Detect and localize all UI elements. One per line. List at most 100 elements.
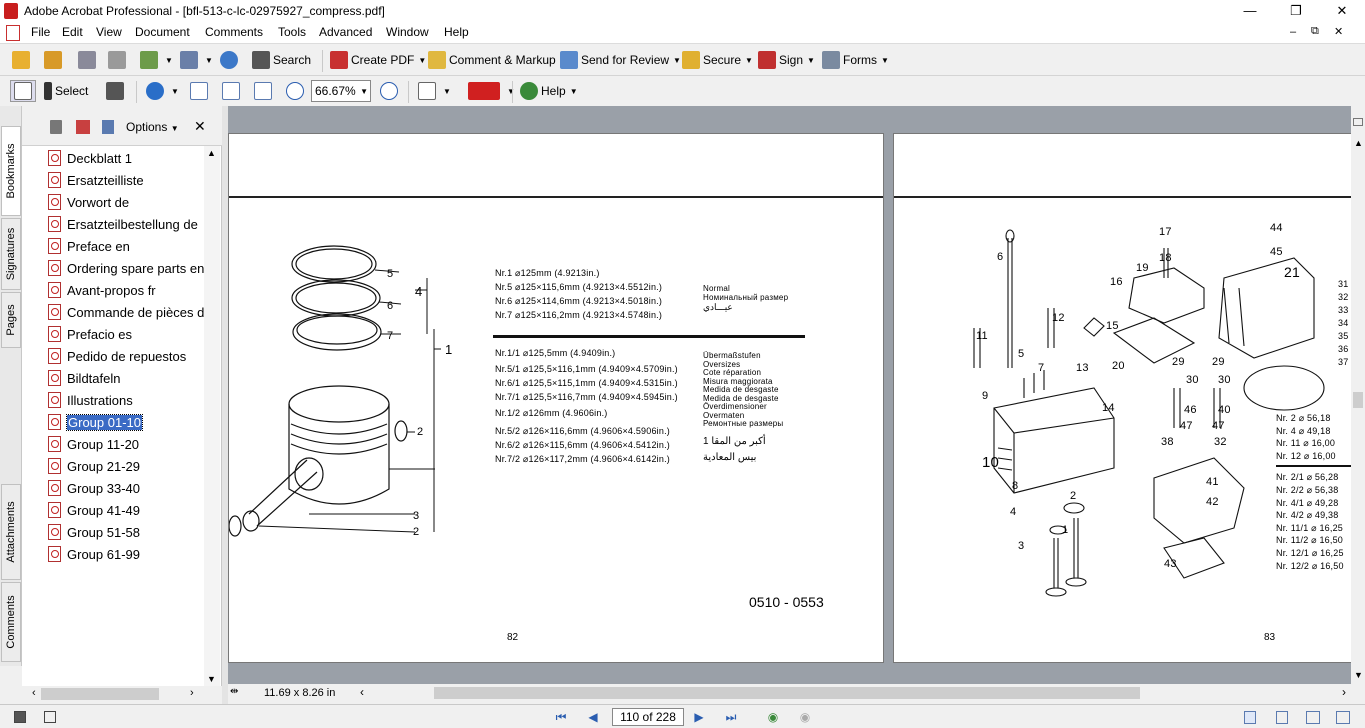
document-icon[interactable] bbox=[6, 25, 20, 41]
sign-button[interactable]: Sign ▼ bbox=[758, 49, 815, 71]
options-menu[interactable]: Options ▼ bbox=[126, 120, 179, 134]
continuous-icon[interactable] bbox=[1276, 711, 1288, 724]
rotate-button[interactable]: ▼ bbox=[418, 80, 451, 102]
bookmark-item[interactable]: Group 21-29 bbox=[48, 455, 204, 477]
previous-page-button[interactable]: ◀ bbox=[582, 708, 604, 726]
tab-attachments[interactable]: Attachments bbox=[1, 484, 21, 580]
bookmark-item[interactable]: Avant-propos fr bbox=[48, 279, 204, 301]
bookmark-item[interactable]: Group 01-10 bbox=[48, 411, 204, 433]
attach-button[interactable]: ▼ bbox=[180, 49, 213, 71]
scroll-up-arrow-icon[interactable]: ▲ bbox=[207, 148, 216, 158]
fit-width-button[interactable] bbox=[254, 80, 275, 102]
menu-document[interactable]: Document bbox=[135, 25, 190, 39]
bookmark-item[interactable]: Group 11-20 bbox=[48, 433, 204, 455]
yahoo-button[interactable]: ▼ bbox=[468, 80, 515, 102]
close-panel-button[interactable]: ✕ bbox=[194, 118, 206, 135]
scroll-down-arrow-icon[interactable]: ▼ bbox=[207, 674, 216, 684]
menu-advanced[interactable]: Advanced bbox=[319, 25, 372, 39]
menu-edit[interactable]: Edit bbox=[62, 25, 83, 39]
next-page-button[interactable]: ▶ bbox=[688, 708, 710, 726]
email-button[interactable]: ▼ bbox=[140, 49, 173, 71]
scroll-right-arrow-icon[interactable]: › bbox=[190, 687, 194, 699]
bookmark-item[interactable]: Pedido de repuestos bbox=[48, 345, 204, 367]
go-forward-button[interactable]: ◉ bbox=[794, 708, 816, 726]
help-button[interactable]: Help ▼ bbox=[520, 80, 578, 102]
scroll-thumb[interactable] bbox=[434, 687, 1140, 699]
menu-tools[interactable]: Tools bbox=[278, 25, 306, 39]
comment-markup-button[interactable]: Comment & Markup▼ bbox=[428, 49, 568, 71]
expand-icon[interactable]: ⇹ bbox=[230, 686, 238, 697]
open-button[interactable] bbox=[12, 49, 33, 71]
search-button[interactable]: Search bbox=[252, 49, 311, 71]
delete-bookmark-icon[interactable] bbox=[50, 120, 62, 134]
minimize-button[interactable]: — bbox=[1227, 0, 1273, 22]
go-back-button[interactable]: ◉ bbox=[762, 708, 784, 726]
document-view[interactable]: 5 6 7 4 1 2 3 2 Nr.1 ⌀125mm (4.9213in.) … bbox=[228, 106, 1353, 684]
print-button[interactable] bbox=[108, 49, 129, 71]
create-pdf-button[interactable]: Create PDF ▼ bbox=[330, 49, 426, 71]
menu-help[interactable]: Help bbox=[444, 25, 469, 39]
scroll-thumb[interactable] bbox=[41, 688, 159, 700]
split-handle-icon[interactable] bbox=[1353, 118, 1363, 126]
zoom-in-tool-button[interactable]: ▼ bbox=[146, 80, 179, 102]
save-button[interactable] bbox=[78, 49, 99, 71]
scroll-left-arrow-icon[interactable]: ‹ bbox=[360, 685, 364, 699]
restore-button[interactable]: ❐ bbox=[1273, 0, 1319, 22]
zoom-field[interactable]: 66.67% ▼ bbox=[311, 80, 371, 102]
snapshot-button[interactable] bbox=[106, 80, 127, 102]
scroll-down-arrow-icon[interactable]: ▼ bbox=[1354, 670, 1363, 680]
single-page-icon[interactable] bbox=[1244, 711, 1256, 724]
scroll-left-arrow-icon[interactable]: ‹ bbox=[32, 687, 36, 699]
scroll-up-arrow-icon[interactable]: ▲ bbox=[1354, 138, 1363, 148]
bookmark-item[interactable]: Group 41-49 bbox=[48, 499, 204, 521]
continuous-facing-icon[interactable] bbox=[1336, 711, 1350, 724]
hand-tool-button[interactable] bbox=[10, 80, 36, 102]
menu-view[interactable]: View bbox=[96, 25, 122, 39]
zoom-out-button[interactable] bbox=[286, 80, 307, 102]
secure-button[interactable]: Secure ▼ bbox=[682, 49, 753, 71]
actual-size-button[interactable] bbox=[190, 80, 211, 102]
close-button[interactable]: ✕ bbox=[1319, 0, 1365, 22]
document-vscroll[interactable]: ▲ ▼ bbox=[1351, 106, 1365, 684]
screen-icon[interactable] bbox=[14, 711, 26, 723]
bookmark-item[interactable]: Ersatzteilbestellung de bbox=[48, 213, 204, 235]
web-button[interactable] bbox=[220, 49, 241, 71]
bookmark-item[interactable]: Vorwort de bbox=[48, 191, 204, 213]
fit-page-button[interactable] bbox=[222, 80, 243, 102]
tab-signatures[interactable]: Signatures bbox=[1, 218, 21, 290]
scroll-thumb[interactable] bbox=[1353, 392, 1363, 408]
doc-restore-button[interactable]: ⧉ bbox=[1311, 25, 1319, 38]
tab-pages[interactable]: Pages bbox=[1, 292, 21, 348]
bookmark-item[interactable]: Ersatzteilliste bbox=[48, 169, 204, 191]
scroll-right-arrow-icon[interactable]: › bbox=[1342, 685, 1346, 699]
last-page-button[interactable]: ⏭ bbox=[720, 708, 742, 726]
first-page-button[interactable]: ⏮ bbox=[550, 708, 572, 726]
bookmark-item[interactable]: Group 51-58 bbox=[48, 521, 204, 543]
forms-button[interactable]: Forms ▼ bbox=[822, 49, 889, 71]
bookmark-item[interactable]: Group 61-99 bbox=[48, 543, 204, 565]
bookmarks-vscroll[interactable]: ▲ ▼ bbox=[204, 146, 220, 686]
send-review-button[interactable]: Send for Review ▼ bbox=[560, 49, 681, 71]
bookmark-item[interactable]: Preface en bbox=[48, 235, 204, 257]
tab-bookmarks[interactable]: Bookmarks bbox=[1, 126, 21, 216]
select-tool-button[interactable]: Select bbox=[44, 80, 88, 102]
bookmark-item[interactable]: Ordering spare parts en bbox=[48, 257, 204, 279]
bookmark-item[interactable]: Deckblatt 1 bbox=[48, 147, 204, 169]
menu-window[interactable]: Window bbox=[386, 25, 429, 39]
bookmarks-hscroll[interactable]: ‹ › bbox=[22, 686, 206, 702]
bookmark-item[interactable]: Bildtafeln bbox=[48, 367, 204, 389]
doc-close-button[interactable]: ✕ bbox=[1334, 25, 1343, 38]
new-bookmark-icon[interactable] bbox=[76, 120, 90, 134]
bookmark-item[interactable]: Commande de pièces de bbox=[48, 301, 204, 323]
menu-comments[interactable]: Comments bbox=[205, 25, 263, 39]
bookmark-item[interactable]: Group 33-40 bbox=[48, 477, 204, 499]
menu-file[interactable]: File bbox=[31, 25, 50, 39]
organizer-button[interactable] bbox=[44, 49, 65, 71]
page-thumb-icon[interactable] bbox=[44, 711, 56, 723]
zoom-in-button[interactable] bbox=[380, 80, 401, 102]
page-number-field[interactable]: 110 of 228 bbox=[612, 708, 684, 726]
bookmark-item[interactable]: Prefacio es bbox=[48, 323, 204, 345]
expand-bookmark-icon[interactable] bbox=[102, 120, 114, 134]
doc-minimize-button[interactable]: – bbox=[1290, 26, 1296, 38]
bookmark-item[interactable]: Illustrations bbox=[48, 389, 204, 411]
